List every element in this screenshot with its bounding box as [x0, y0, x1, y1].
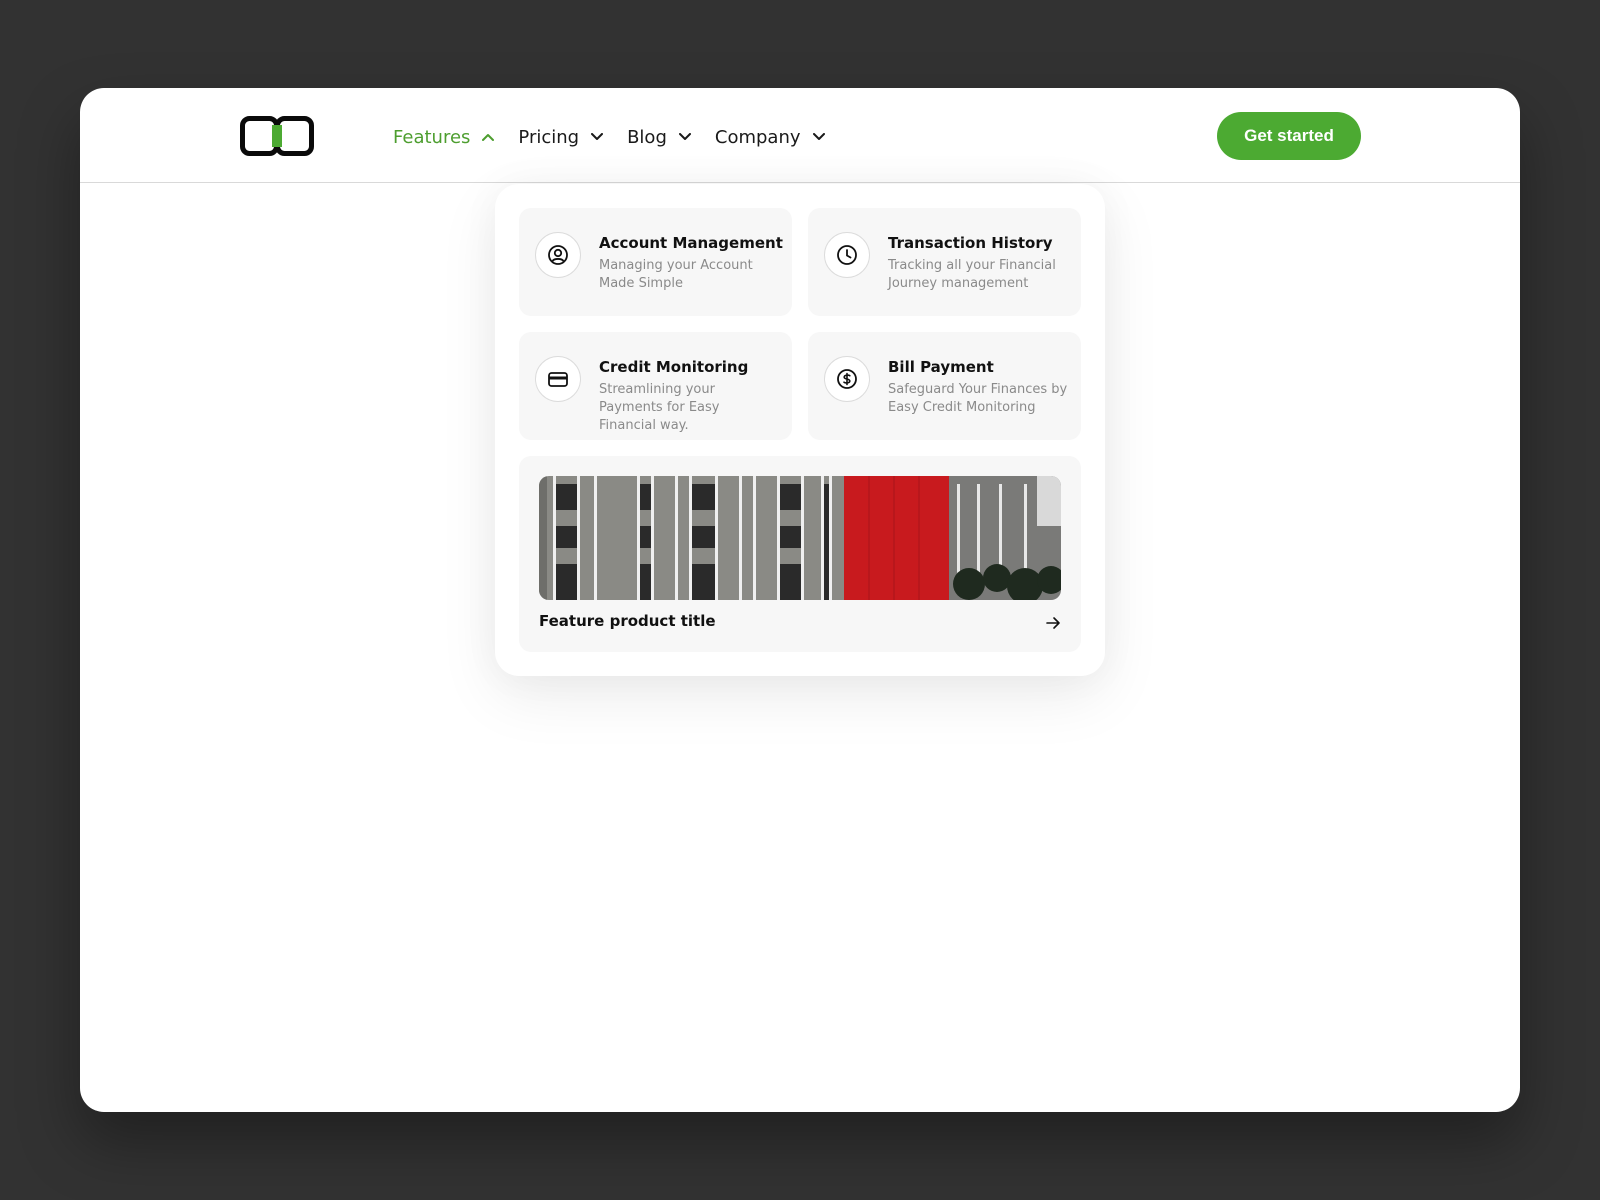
- card-credit-monitoring[interactable]: Credit Monitoring Streamlining your Paym…: [519, 332, 792, 440]
- arrow-right-icon[interactable]: [1045, 616, 1061, 630]
- browser-frame: Features Pricing Blog Company Get starte…: [80, 88, 1520, 1112]
- nav-item-label: Company: [714, 126, 801, 148]
- get-started-button[interactable]: Get started: [1217, 112, 1361, 160]
- card-title: Account Management: [599, 234, 783, 252]
- card-title: Credit Monitoring: [599, 358, 749, 376]
- dollar-circle-icon: [824, 356, 870, 402]
- nav-item-label: Features: [393, 126, 471, 148]
- chevron-down-icon: [591, 133, 604, 140]
- feature-product-card[interactable]: Feature product title: [519, 456, 1081, 652]
- card-description: Safeguard Your Finances by Easy Credit M…: [888, 382, 1068, 415]
- nav-item-label: Pricing: [518, 126, 580, 148]
- nav-item-features[interactable]: Features: [393, 126, 495, 148]
- credit-card-icon: [535, 356, 581, 402]
- chevron-down-icon: [812, 133, 825, 140]
- features-dropdown: Account Management Managing your Account…: [495, 184, 1105, 676]
- main-nav: Features Pricing Blog Company: [393, 122, 849, 152]
- card-transaction-history[interactable]: Transaction History Tracking all your Fi…: [808, 208, 1081, 316]
- card-bill-payment[interactable]: Bill Payment Safeguard Your Finances by …: [808, 332, 1081, 440]
- chevron-up-icon: [482, 134, 495, 141]
- card-title: Bill Payment: [888, 358, 994, 376]
- brand-logo[interactable]: [240, 116, 314, 156]
- card-title: Transaction History: [888, 234, 1053, 252]
- user-circle-icon: [535, 232, 581, 278]
- clock-icon: [824, 232, 870, 278]
- site-header: Features Pricing Blog Company Get starte…: [80, 88, 1520, 183]
- card-account-management[interactable]: Account Management Managing your Account…: [519, 208, 792, 316]
- nav-item-pricing[interactable]: Pricing: [518, 126, 604, 148]
- nav-item-blog[interactable]: Blog: [627, 127, 691, 148]
- chevron-down-icon: [678, 133, 691, 140]
- nav-item-company[interactable]: Company: [715, 127, 825, 148]
- building-facade-image: [539, 476, 1061, 600]
- card-description: Tracking all your Financial Journey mana…: [888, 258, 1056, 291]
- card-description: Streamlining your Payments for Easy Fina…: [599, 382, 720, 433]
- card-description: Managing your Account Made Simple: [599, 258, 753, 291]
- nav-item-label: Blog: [627, 126, 667, 148]
- feature-product-title: Feature product title: [539, 612, 716, 630]
